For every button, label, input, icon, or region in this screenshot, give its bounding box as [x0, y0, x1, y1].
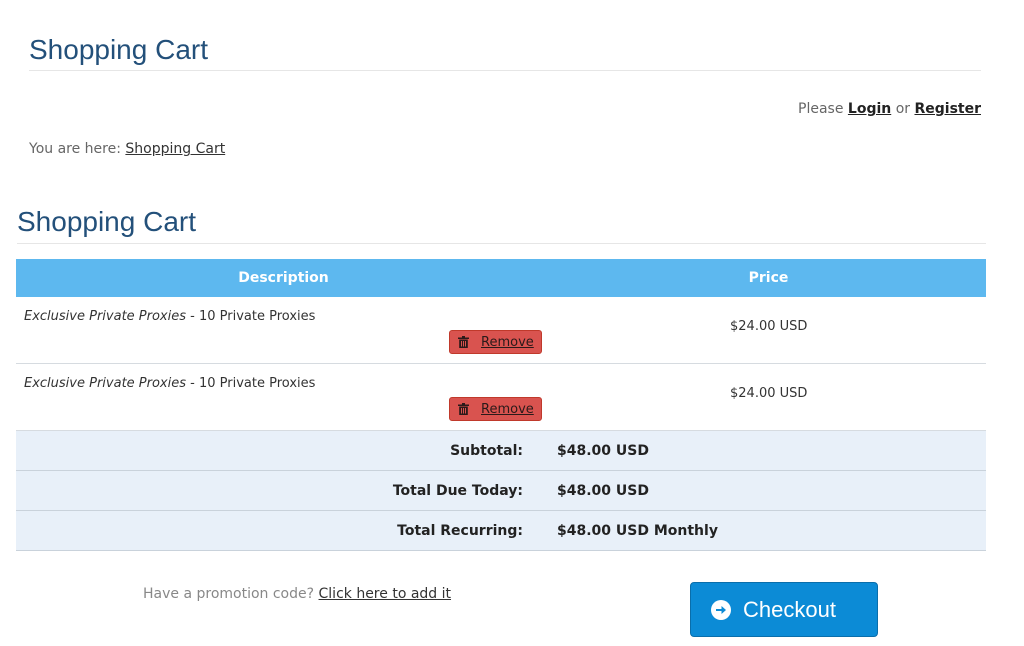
product-option: 10 Private Proxies	[198, 309, 316, 324]
checkout-label: Checkout	[743, 596, 836, 622]
cart-table: Description Price Exclusive Private Prox…	[16, 259, 986, 551]
cart-header: Description Price	[16, 259, 986, 297]
cart-item-row: Exclusive Private Proxies - 10 Private P…	[16, 297, 986, 364]
product-separator: -	[186, 309, 199, 324]
product-option: 10 Private Proxies	[198, 376, 316, 391]
breadcrumb-shopping-cart-link[interactable]: Shopping Cart	[125, 141, 225, 157]
total-recurring-label: Total Recurring:	[397, 522, 523, 539]
remove-item-button[interactable]: Remove	[449, 330, 542, 354]
page: Shopping Cart Please Login or Register Y…	[0, 0, 1024, 646]
product-name: Exclusive Private Proxies - 10 Private P…	[24, 309, 315, 324]
price-column-header: Price	[748, 270, 789, 286]
account-links: Please Login or Register	[798, 101, 981, 117]
product-title: Exclusive Private Proxies	[24, 376, 187, 391]
product-name: Exclusive Private Proxies - 10 Private P…	[24, 376, 315, 391]
remove-label: Remove	[481, 401, 534, 417]
title-divider	[29, 70, 981, 71]
subtotal-row: Subtotal: $48.00 USD	[16, 431, 986, 471]
total-recurring-row: Total Recurring: $48.00 USD Monthly	[16, 511, 986, 551]
item-price: $24.00 USD	[730, 319, 808, 334]
promo-code-section: Have a promotion code? Click here to add…	[143, 586, 451, 602]
cart-item-row: Exclusive Private Proxies - 10 Private P…	[16, 364, 986, 431]
breadcrumb: You are here: Shopping Cart	[29, 141, 225, 157]
cart-item-description: Exclusive Private Proxies - 10 Private P…	[16, 297, 551, 363]
total-due-today-value: $48.00 USD	[557, 482, 649, 499]
checkout-button[interactable]: Checkout	[690, 582, 878, 637]
item-price: $24.00 USD	[730, 386, 808, 401]
cart-title-divider	[17, 243, 986, 244]
cart-item-description: Exclusive Private Proxies - 10 Private P…	[16, 364, 551, 430]
product-title: Exclusive Private Proxies	[24, 309, 187, 324]
remove-label: Remove	[481, 334, 534, 350]
total-recurring-value: $48.00 USD Monthly	[557, 522, 718, 539]
total-due-today-row: Total Due Today: $48.00 USD	[16, 471, 986, 511]
cart-item-price-cell: $24.00 USD	[551, 297, 986, 363]
subtotal-label: Subtotal:	[450, 442, 523, 459]
account-or: or	[895, 101, 911, 117]
register-link[interactable]: Register	[914, 101, 981, 117]
breadcrumb-prefix: You are here:	[29, 141, 121, 157]
remove-item-button[interactable]: Remove	[449, 397, 542, 421]
promo-prompt: Have a promotion code?	[143, 586, 315, 602]
login-link[interactable]: Login	[848, 101, 891, 117]
total-due-today-label: Total Due Today:	[392, 482, 523, 499]
add-promo-code-link[interactable]: Click here to add it	[319, 586, 452, 602]
cart-title: Shopping Cart	[17, 206, 197, 237]
product-separator: -	[186, 376, 199, 391]
arrow-circle-right-icon	[711, 599, 731, 620]
subtotal-value: $48.00 USD	[557, 442, 649, 459]
cart-item-price-cell: $24.00 USD	[551, 364, 986, 430]
description-column-header: Description	[238, 270, 329, 286]
account-prefix: Please	[798, 101, 844, 117]
trash-icon	[458, 336, 469, 348]
trash-icon	[458, 403, 469, 415]
page-title: Shopping Cart	[29, 34, 209, 65]
